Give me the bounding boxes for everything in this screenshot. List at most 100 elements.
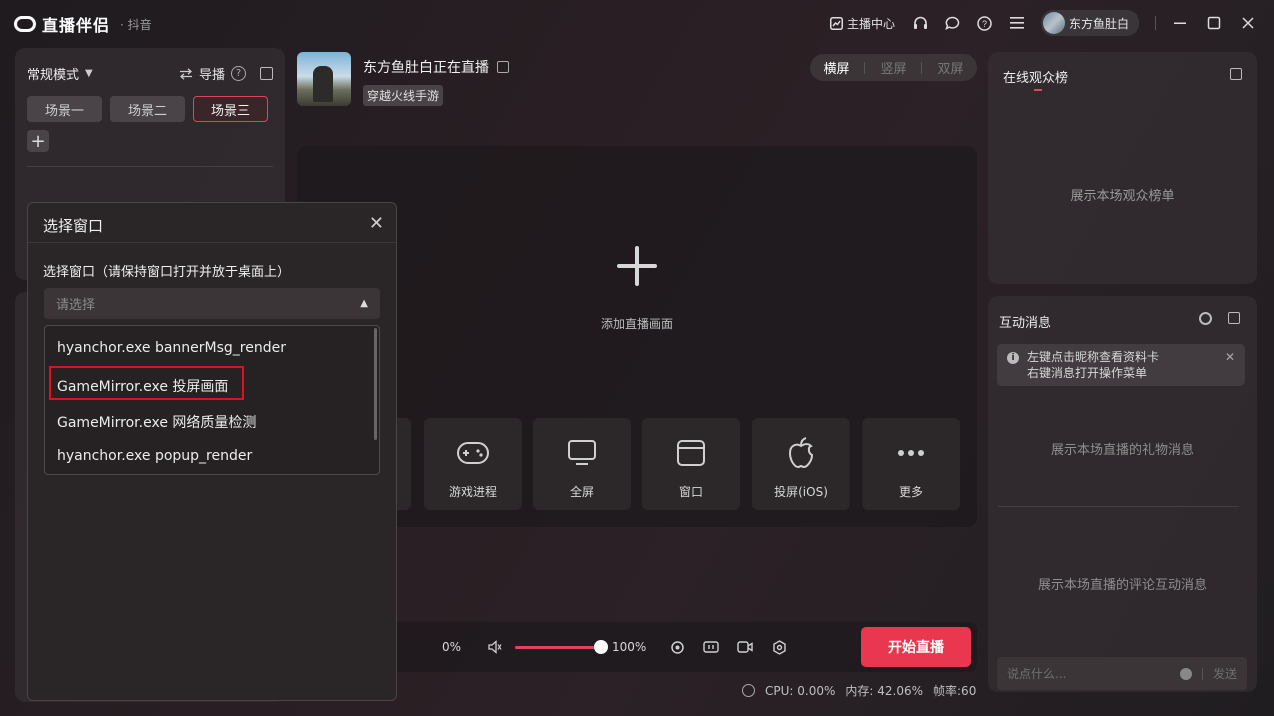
mic-volume-percent: 0% bbox=[442, 640, 462, 654]
volume-slider-track[interactable] bbox=[515, 646, 601, 649]
send-button[interactable]: 发送 bbox=[1213, 665, 1237, 682]
scene-tab-1[interactable]: 场景一 bbox=[27, 96, 102, 122]
chart-icon bbox=[829, 16, 843, 30]
source-label: 全屏 bbox=[569, 485, 594, 499]
swap-icon bbox=[179, 67, 192, 80]
title-bar: 直播伴侣 · 抖音 主播中心 ? 东方鱼肚白 bbox=[0, 0, 1274, 46]
popout-icon[interactable] bbox=[1228, 312, 1240, 324]
window-icon bbox=[675, 439, 707, 467]
preview-canvas: 添加直播画面 游戏进程 全屏 窗口 投屏(iOS) 更多 bbox=[297, 146, 977, 527]
scene-tab-2[interactable]: 场景二 bbox=[110, 96, 185, 122]
minimize-icon[interactable] bbox=[1172, 15, 1188, 31]
help-icon[interactable]: ? bbox=[231, 66, 246, 81]
app-subtitle: · 抖音 bbox=[120, 17, 152, 32]
chevron-down-icon[interactable]: ▼ bbox=[85, 68, 93, 79]
chat-placeholder: 说点什么... bbox=[1007, 667, 1067, 681]
performance-icon[interactable] bbox=[742, 684, 755, 697]
source-label: 游戏进程 bbox=[448, 485, 497, 499]
close-icon[interactable]: ✕ bbox=[369, 213, 384, 234]
usage-tip: i 左键点击昵称查看资料卡 右键消息打开操作菜单 ✕ bbox=[997, 344, 1245, 386]
scene-tab-3[interactable]: 场景三 bbox=[193, 96, 268, 122]
divider bbox=[921, 61, 923, 74]
logo-icon bbox=[14, 16, 36, 32]
tab-dual[interactable]: 双屏 bbox=[937, 58, 963, 77]
add-scene-button[interactable]: + bbox=[27, 130, 49, 152]
source-fullscreen[interactable]: 全屏 bbox=[533, 418, 631, 510]
apple-icon bbox=[785, 437, 817, 469]
edit-icon[interactable] bbox=[497, 61, 509, 73]
popout-icon[interactable] bbox=[1230, 68, 1242, 80]
comment-empty-text: 展示本场直播的评论互动消息 bbox=[1037, 578, 1207, 593]
divider bbox=[998, 506, 1239, 507]
speaker-icon[interactable] bbox=[487, 639, 503, 655]
source-window[interactable]: 窗口 bbox=[642, 418, 740, 510]
start-live-button[interactable]: 开始直播 bbox=[861, 627, 971, 667]
stream-cover-image[interactable] bbox=[297, 52, 351, 106]
divider bbox=[1155, 16, 1156, 30]
screen-rotate-icon[interactable] bbox=[703, 639, 719, 655]
gamepad-icon bbox=[457, 439, 489, 467]
audience-panel: 在线观众榜 展示本场观众榜单 bbox=[988, 52, 1257, 284]
stream-title: 东方鱼肚白正在直播 bbox=[363, 60, 489, 76]
anchor-center-button[interactable]: 主播中心 bbox=[829, 15, 895, 32]
settings-icon[interactable] bbox=[771, 639, 787, 655]
user-name: 东方鱼肚白 bbox=[1068, 16, 1129, 31]
tab-portrait[interactable]: 竖屏 bbox=[880, 58, 906, 77]
stream-header: 东方鱼肚白正在直播 穿越火线手游 bbox=[297, 52, 509, 106]
camera-icon[interactable] bbox=[737, 639, 753, 655]
info-icon: i bbox=[1007, 352, 1019, 364]
add-canvas-label: 添加直播画面 bbox=[600, 317, 673, 331]
dropdown-option[interactable]: hyanchor.exe bannerMsg_render bbox=[57, 340, 286, 356]
app-logo: 直播伴侣 · 抖音 bbox=[14, 12, 152, 36]
scrollbar[interactable] bbox=[374, 328, 377, 440]
help-icon[interactable]: ? bbox=[977, 15, 993, 31]
memory-usage: 内存: 42.06% bbox=[845, 684, 924, 698]
cpu-usage: CPU: 0.00% bbox=[765, 683, 836, 698]
app-title: 直播伴侣 bbox=[42, 16, 111, 35]
source-game-process[interactable]: 游戏进程 bbox=[424, 418, 522, 510]
popout-icon[interactable] bbox=[260, 67, 273, 80]
mode-selector[interactable]: 常规模式 bbox=[27, 64, 79, 83]
menu-icon[interactable] bbox=[1009, 15, 1025, 31]
messages-title: 互动消息 bbox=[999, 316, 1052, 331]
audience-empty-text: 展示本场观众榜单 bbox=[1070, 189, 1175, 204]
window-dropdown-list: hyanchor.exe bannerMsg_render GameMirror… bbox=[44, 325, 380, 475]
active-tab-indicator bbox=[1034, 89, 1042, 91]
source-ios-mirror[interactable]: 投屏(iOS) bbox=[752, 418, 850, 510]
guide-label: 导播 bbox=[198, 68, 225, 83]
source-label: 更多 bbox=[898, 485, 923, 499]
guide-button[interactable]: 导播 ? bbox=[179, 64, 246, 83]
chevron-up-icon[interactable]: ▲ bbox=[360, 298, 368, 309]
game-tag[interactable]: 穿越火线手游 bbox=[363, 85, 444, 106]
settings-icon[interactable] bbox=[1199, 312, 1212, 325]
more-dots-icon bbox=[895, 439, 927, 467]
divider bbox=[864, 61, 866, 74]
maximize-icon[interactable] bbox=[1206, 15, 1222, 31]
source-label: 窗口 bbox=[678, 485, 703, 499]
dropdown-option[interactable]: GameMirror.exe 投屏画面 bbox=[57, 376, 228, 396]
source-label: 投屏(iOS) bbox=[774, 485, 828, 499]
message-icon[interactable] bbox=[945, 15, 961, 31]
dropdown-option[interactable]: GameMirror.exe 网络质量检测 bbox=[57, 412, 256, 432]
volume-slider-handle[interactable] bbox=[594, 640, 608, 654]
tip-line-1: 左键点击昵称查看资料卡 bbox=[1027, 350, 1160, 364]
add-scene-plus-icon[interactable] bbox=[617, 246, 657, 286]
tab-landscape[interactable]: 横屏 bbox=[823, 58, 849, 77]
messages-panel: 互动消息 i 左键点击昵称查看资料卡 右键消息打开操作菜单 ✕ 展示本场直播的礼… bbox=[988, 296, 1257, 692]
close-icon[interactable] bbox=[1240, 15, 1256, 31]
frame-rate: 帧率:60 bbox=[933, 684, 977, 698]
audience-title[interactable]: 在线观众榜 bbox=[1003, 67, 1068, 86]
emoji-icon[interactable] bbox=[1179, 667, 1192, 680]
headset-icon[interactable] bbox=[913, 15, 929, 31]
chat-input[interactable]: 说点什么... 发送 bbox=[997, 657, 1247, 690]
tip-line-2: 右键消息打开操作菜单 bbox=[1027, 366, 1148, 380]
control-bar: 0% 100% 开始直播 bbox=[297, 622, 977, 672]
user-profile-button[interactable]: 东方鱼肚白 bbox=[1040, 10, 1139, 36]
refresh-icon[interactable] bbox=[669, 639, 685, 655]
dialog-title: 选择窗口 bbox=[43, 217, 104, 235]
source-more[interactable]: 更多 bbox=[862, 418, 960, 510]
close-icon[interactable]: ✕ bbox=[1225, 349, 1235, 365]
divider bbox=[1201, 667, 1203, 680]
window-select[interactable]: 请选择 ▲ bbox=[44, 288, 380, 319]
dropdown-option[interactable]: hyanchor.exe popup_render bbox=[57, 448, 252, 464]
